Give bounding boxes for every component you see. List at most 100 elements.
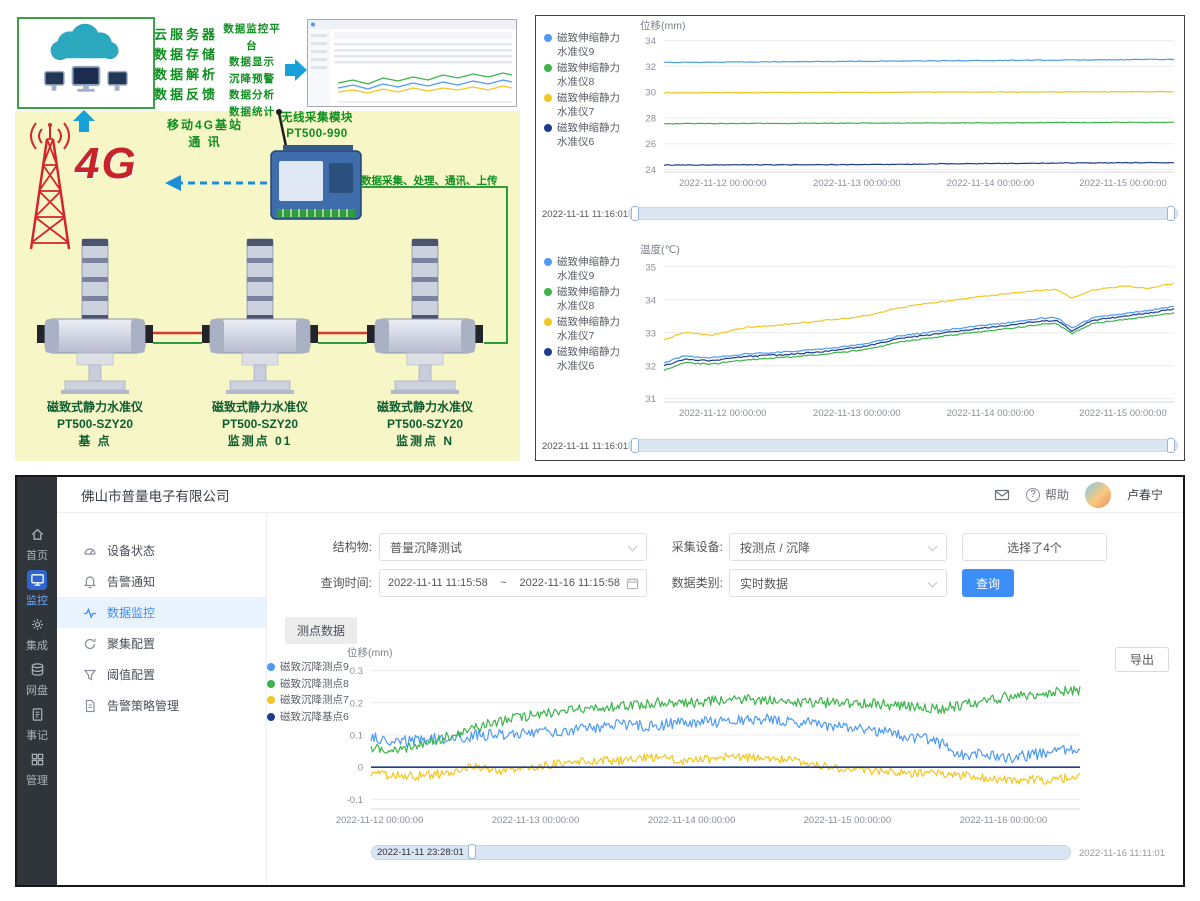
date-range-picker[interactable]: 2022-11-11 11:15:58 ~ 2022-11-16 11:15:5… [379, 569, 647, 597]
side-menu: 设备状态 告警通知 数据监控 聚集配置 阈值配置 告警策略管理 [57, 513, 267, 885]
datazoom-handle[interactable] [1167, 206, 1175, 221]
legend-item[interactable]: 磁致伸缩静力水准仪8 [544, 286, 630, 313]
svg-text:2022-11-14 00:00:00: 2022-11-14 00:00:00 [947, 178, 1035, 189]
legend-color-dot [267, 713, 275, 721]
legend-item[interactable]: 磁致伸缩静力水准仪8 [544, 62, 630, 89]
sidebar-item-label: 事记 [26, 727, 48, 743]
cloud-server-illustration [17, 17, 155, 109]
svg-text:位移(mm): 位移(mm) [347, 646, 393, 659]
svg-text:2022-11-13 00:00:00: 2022-11-13 00:00:00 [813, 408, 901, 419]
platform-screenshot [307, 19, 517, 107]
sidebar-item-管理[interactable]: 管理 [17, 746, 57, 791]
svg-text:-0.1: -0.1 [347, 795, 363, 806]
datazoom-slider[interactable] [628, 439, 1178, 452]
svg-text:2022-11-15 00:00:00: 2022-11-15 00:00:00 [804, 815, 892, 826]
legend-color-dot [544, 288, 552, 296]
datazoom-handle[interactable] [1167, 438, 1175, 453]
datazoom-handle[interactable] [468, 844, 476, 859]
svg-text:34: 34 [645, 36, 656, 47]
chart-legend: 磁致伸缩静力水准仪9 磁致伸缩静力水准仪8 磁致伸缩静力水准仪7 磁致伸缩静力水… [544, 256, 630, 376]
chart-legend: 磁致伸缩静力水准仪9 磁致伸缩静力水准仪8 磁致伸缩静力水准仪7 磁致伸缩静力水… [544, 32, 630, 152]
flow-arrow-right-icon [285, 59, 307, 81]
journal-icon [27, 705, 47, 725]
legend-item[interactable]: 磁致伸缩静力水准仪6 [544, 122, 630, 149]
legend-item[interactable]: 磁致伸缩静力水准仪7 [544, 316, 630, 343]
cloud-labels: 云服务器数据存储数据解析数据反馈 [153, 25, 219, 105]
sensor-role: 基 点 [20, 433, 170, 450]
4g-tower-illustration [31, 123, 69, 249]
structure-value: 普量沉降测试 [390, 539, 462, 556]
company-title: 佛山市普量电子有限公司 [81, 485, 230, 505]
legend-color-dot [544, 64, 552, 72]
legend-item[interactable]: 磁致伸缩静力水准仪7 [544, 92, 630, 119]
legend-color-dot [267, 680, 275, 688]
datazoom-start-time: 2022-11-11 11:16:01 [542, 441, 628, 452]
menu-item-label: 设备状态 [107, 542, 155, 559]
chevron-down-icon [628, 542, 638, 552]
legend-item[interactable]: 磁致伸缩静力水准仪9 [544, 256, 630, 283]
menu-item-label: 告警通知 [107, 573, 155, 590]
sensor-label: 磁致式静力水准仪 PT500-SZY20 监测点 N [350, 399, 500, 450]
selected-count-box[interactable]: 选择了4个 [962, 533, 1107, 561]
tab-measure-point-data[interactable]: 测点数据 [285, 617, 357, 644]
svg-text:温度(℃): 温度(℃) [640, 243, 680, 256]
sidebar-item-事记[interactable]: 事记 [17, 701, 57, 746]
app-sidebar: 首页 监控 集成 网盘 事记 管理 [17, 477, 57, 885]
category-select[interactable]: 实时数据 [729, 569, 947, 597]
menu-item-label: 聚集配置 [107, 635, 155, 652]
svg-text:35: 35 [645, 262, 656, 273]
cloud-label-line: 数据存储 [153, 45, 219, 65]
settlement-displacement-chart: 0.30.20.10-0.12022-11-12 00:00:002022-11… [335, 645, 1092, 841]
device-status-icon [83, 544, 97, 558]
integration-icon [27, 615, 47, 635]
chevron-down-icon [928, 542, 938, 552]
sidebar-item-网盘[interactable]: 网盘 [17, 656, 57, 701]
svg-text:2022-11-15 00:00:00: 2022-11-15 00:00:00 [1079, 178, 1167, 189]
menu-item-告警通知[interactable]: 告警通知 [57, 566, 266, 597]
menu-item-阈值配置[interactable]: 阈值配置 [57, 659, 266, 690]
date-separator: ~ [500, 577, 506, 589]
menu-item-数据监控[interactable]: 数据监控 [57, 597, 266, 628]
datazoom-slider[interactable] [628, 207, 1178, 220]
user-name[interactable]: 卢春宁 [1127, 486, 1163, 503]
module-caption: 数据采集、处理、通讯、上传 [361, 173, 519, 188]
category-value: 实时数据 [740, 575, 788, 592]
end-date: 2022-11-16 11:15:58 [519, 577, 620, 589]
alarm-bell-icon [83, 575, 97, 589]
chevron-down-icon [928, 578, 938, 588]
legend-item[interactable]: 磁致伸缩静力水准仪9 [544, 32, 630, 59]
mail-icon[interactable] [994, 487, 1010, 503]
avatar[interactable] [1085, 482, 1111, 508]
legend-color-dot [544, 318, 552, 326]
sidebar-item-集成[interactable]: 集成 [17, 611, 57, 656]
datazoom-handle[interactable] [631, 438, 639, 453]
legend-item[interactable]: 磁致伸缩静力水准仪6 [544, 346, 630, 373]
datazoom-handle[interactable] [631, 206, 639, 221]
svg-text:2022-11-13 00:00:00: 2022-11-13 00:00:00 [492, 815, 580, 826]
platform-labels: 数据监控平台数据显示沉降预警数据分析数据统计 [221, 21, 283, 120]
structure-select[interactable]: 普量沉降测试 [379, 533, 647, 561]
manage-icon [27, 750, 47, 770]
export-button[interactable]: 导出 [1115, 647, 1169, 672]
legend-label: 磁致伸缩静力水准仪7 [557, 92, 620, 118]
svg-text:32: 32 [645, 62, 656, 73]
svg-text:2022-11-12 00:00:00: 2022-11-12 00:00:00 [336, 815, 424, 826]
datazoom-start-time: 2022-11-11 11:16:01 [542, 209, 628, 220]
svg-text:位移(mm): 位移(mm) [640, 19, 686, 32]
svg-text:2022-11-14 00:00:00: 2022-11-14 00:00:00 [947, 408, 1035, 419]
device-select[interactable]: 按测点 / 沉降 [729, 533, 947, 561]
legend-color-dot [544, 348, 552, 356]
uplink-dashed-arrow [165, 175, 267, 191]
query-button[interactable]: 查询 [962, 569, 1014, 597]
legend-color-dot [544, 258, 552, 266]
question-icon: ? [1026, 488, 1040, 502]
menu-item-设备状态[interactable]: 设备状态 [57, 535, 266, 566]
sensor-model: PT500-SZY20 [20, 416, 170, 433]
menu-item-聚集配置[interactable]: 聚集配置 [57, 628, 266, 659]
datazoom-end-time: 2022-11-16 11:11:01 [1079, 848, 1165, 859]
sidebar-item-监控[interactable]: 监控 [17, 566, 57, 611]
menu-item-告警策略管理[interactable]: 告警策略管理 [57, 690, 266, 721]
datazoom-slider[interactable] [371, 845, 1071, 860]
help-button[interactable]: ? 帮助 [1026, 486, 1069, 503]
sidebar-item-首页[interactable]: 首页 [17, 521, 57, 566]
